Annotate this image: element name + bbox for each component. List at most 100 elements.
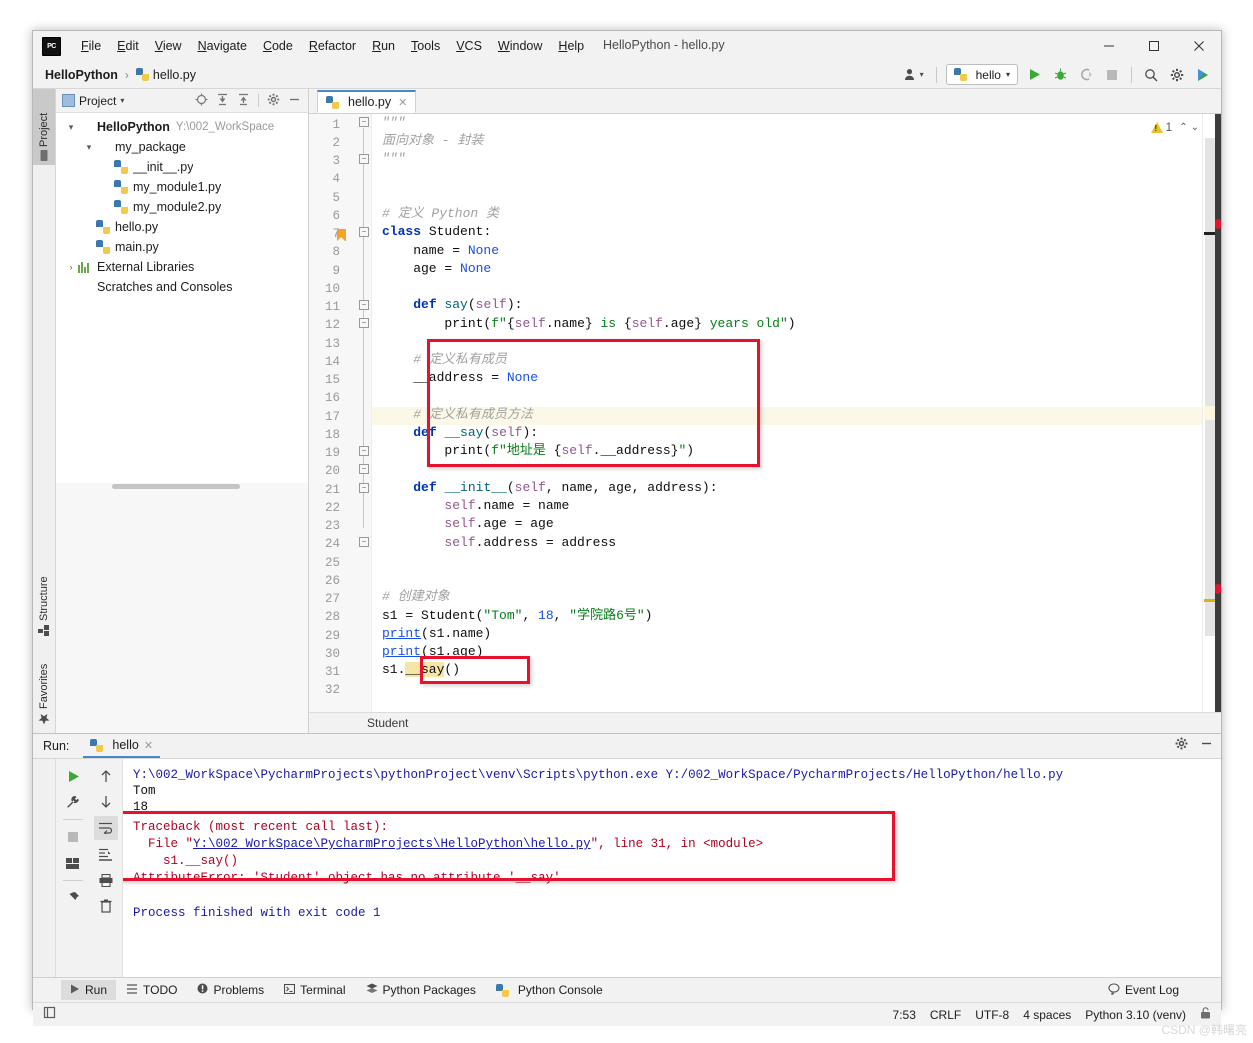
menu-refactor[interactable]: Refactor — [301, 36, 364, 56]
project-tree[interactable]: ▾ HelloPython Y:\002_WorkSpace ▾ my_pack… — [56, 113, 308, 483]
fold-marker[interactable]: − — [359, 154, 369, 164]
gear-icon[interactable] — [267, 93, 280, 109]
minimize-icon[interactable] — [1086, 31, 1131, 61]
menu-bar[interactable]: File Edit View Navigate Code Refactor Ru… — [73, 36, 592, 56]
fold-marker[interactable]: − — [359, 300, 369, 310]
bottom-tab-python-packages[interactable]: Python Packages — [357, 980, 485, 1000]
bookmark-icon[interactable] — [337, 229, 346, 241]
menu-tools[interactable]: Tools — [403, 36, 448, 56]
collapse-all-icon[interactable] — [237, 93, 250, 109]
chevron-down-icon[interactable]: ▾ — [120, 96, 124, 105]
sidebar-item-structure[interactable]: Structure — [33, 551, 55, 641]
menu-view[interactable]: View — [147, 36, 190, 56]
run-coverage-icon[interactable] — [1076, 65, 1096, 85]
fold-marker[interactable]: − — [359, 446, 369, 456]
menu-run[interactable]: Run — [364, 36, 403, 56]
chevron-down-icon[interactable]: ⌄ — [1191, 122, 1199, 133]
menu-vcs[interactable]: VCS — [448, 36, 490, 56]
locate-icon[interactable] — [195, 93, 208, 109]
fold-marker[interactable]: − — [359, 483, 369, 493]
wrench-icon[interactable] — [61, 790, 85, 814]
editor-vertical-scrollbar[interactable] — [1215, 114, 1221, 712]
close-icon[interactable]: ✕ — [144, 739, 153, 752]
close-icon[interactable]: ✕ — [398, 96, 407, 109]
event-log-button[interactable]: Event Log — [1108, 982, 1179, 998]
line-separator[interactable]: CRLF — [930, 1008, 961, 1022]
caret-position[interactable]: 7:53 — [893, 1008, 916, 1022]
project-horizontal-scrollbar[interactable] — [56, 483, 308, 490]
editor-fold-column[interactable]: − − − − − − − − − — [357, 114, 372, 712]
python-interpreter[interactable]: Python 3.10 (venv) — [1085, 1008, 1186, 1022]
fold-marker[interactable]: − — [359, 537, 369, 547]
tree-node-scratches-and-consoles[interactable]: Scratches and Consoles — [56, 277, 308, 297]
hide-icon[interactable] — [288, 93, 301, 109]
scroll-to-end-icon[interactable] — [94, 842, 118, 866]
tree-node-main-py[interactable]: main.py — [56, 237, 308, 257]
sidebar-item-favorites[interactable]: Favorites — [33, 638, 55, 730]
expand-all-icon[interactable] — [216, 93, 229, 109]
breadcrumb-class[interactable]: Student — [367, 716, 408, 730]
fold-marker[interactable]: − — [359, 117, 369, 127]
tree-node-my-module2-py[interactable]: my_module2.py — [56, 197, 308, 217]
gear-icon[interactable] — [1167, 65, 1187, 85]
gear-icon[interactable] — [1175, 737, 1188, 755]
close-icon[interactable] — [1176, 31, 1221, 61]
ai-assistant-icon[interactable] — [1193, 65, 1213, 85]
chevron-right-icon[interactable]: › — [64, 262, 78, 272]
run-configuration-selector[interactable]: hello ▾ — [945, 64, 1018, 85]
editor-gutter[interactable]: 1 2 3 4 5 6 7 8 9 10 11 12 13 14 15 16 1 — [309, 114, 357, 712]
menu-help[interactable]: Help — [550, 36, 592, 56]
menu-navigate[interactable]: Navigate — [190, 36, 255, 56]
tree-node-init-py[interactable]: __init__.py — [56, 157, 308, 177]
window-controls[interactable] — [1086, 31, 1221, 61]
up-arrow-icon[interactable] — [94, 764, 118, 788]
print-icon[interactable] — [94, 868, 118, 892]
tree-node-hello-py[interactable]: hello.py — [56, 217, 308, 237]
debug-icon[interactable] — [1050, 65, 1070, 85]
tree-node-my-module1-py[interactable]: my_module1.py — [56, 177, 308, 197]
layout-icon[interactable] — [61, 851, 85, 875]
bottom-tab-todo[interactable]: TODO — [118, 980, 186, 1000]
tree-node-external-libraries[interactable]: › External Libraries — [56, 257, 308, 277]
sidebar-item-project[interactable]: Project — [33, 89, 55, 165]
file-encoding[interactable]: UTF-8 — [975, 1008, 1009, 1022]
chevron-up-icon[interactable]: ⌃ — [1179, 122, 1187, 133]
fold-marker[interactable]: − — [359, 464, 369, 474]
console-line-file[interactable]: File "Y:\002_WorkSpace\PycharmProjects\H… — [133, 836, 763, 852]
editor-tab-hello-py[interactable]: hello.py ✕ — [317, 90, 417, 113]
menu-code[interactable]: Code — [255, 36, 301, 56]
fold-marker[interactable]: − — [359, 318, 369, 328]
bottom-tab-python-console[interactable]: Python Console — [487, 980, 612, 1000]
tree-node-hellopython[interactable]: ▾ HelloPython Y:\002_WorkSpace — [56, 117, 308, 137]
unlock-icon[interactable] — [1200, 1007, 1211, 1022]
breadcrumb-file[interactable]: hello.py — [153, 68, 196, 82]
search-icon[interactable] — [1141, 65, 1161, 85]
menu-edit[interactable]: Edit — [109, 36, 147, 56]
run-icon[interactable] — [1024, 65, 1044, 85]
chevron-down-icon[interactable]: ▾ — [920, 70, 924, 79]
user-icon[interactable]: ▾ — [901, 65, 927, 85]
console-file-link[interactable]: Y:\002_WorkSpace\PycharmProjects\HelloPy… — [193, 837, 591, 851]
bottom-tab-problems[interactable]: Problems — [188, 980, 273, 1000]
fold-marker[interactable]: − — [359, 227, 369, 237]
trash-icon[interactable] — [94, 894, 118, 918]
menu-file[interactable]: File — [73, 36, 109, 56]
breadcrumb[interactable]: HelloPython › hello.py — [45, 68, 196, 82]
layout-toggle-icon[interactable] — [43, 1006, 56, 1024]
down-arrow-icon[interactable] — [94, 790, 118, 814]
bottom-tab-terminal[interactable]: Terminal — [275, 980, 354, 1000]
run-tab-hello[interactable]: hello ✕ — [83, 735, 161, 758]
bottom-tab-run[interactable]: Run — [61, 980, 117, 1000]
inspection-widget[interactable]: 1 ⌃ ⌄ — [1150, 120, 1199, 134]
indent-setting[interactable]: 4 spaces — [1023, 1008, 1071, 1022]
chevron-down-icon[interactable]: ▾ — [82, 142, 96, 153]
menu-window[interactable]: Window — [490, 36, 550, 56]
breadcrumb-project[interactable]: HelloPython — [45, 68, 118, 82]
editor-area[interactable]: 1 ⌃ ⌄ 1 2 3 4 5 6 7 8 9 10 11 12 — [309, 114, 1221, 712]
hide-icon[interactable] — [1200, 737, 1213, 755]
code-text-area[interactable]: """ 面向对象 - 封装 """ # 定义 Python 类 class St… — [372, 114, 1202, 712]
chevron-down-icon[interactable]: ▾ — [64, 122, 78, 133]
editor-breadcrumb-bar[interactable]: Student — [309, 712, 1221, 733]
soft-wrap-icon[interactable] — [94, 816, 118, 840]
maximize-icon[interactable] — [1131, 31, 1176, 61]
